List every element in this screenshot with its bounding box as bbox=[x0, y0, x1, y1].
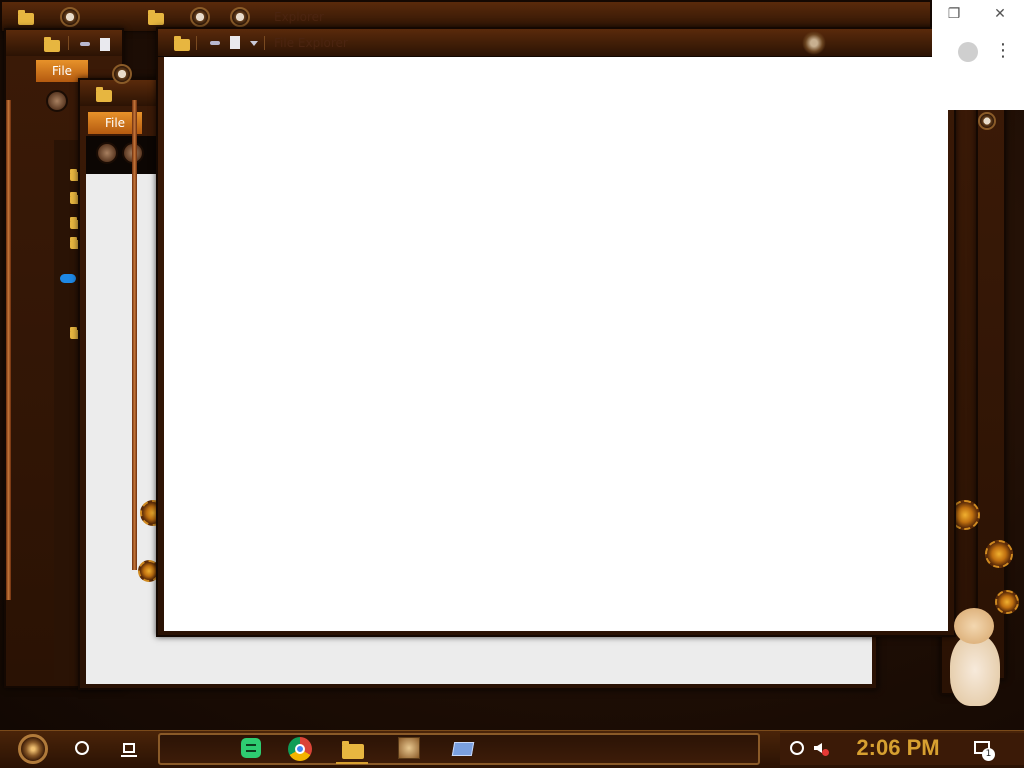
gauge-icon bbox=[112, 64, 132, 84]
window-back-top[interactable]: Explorer bbox=[0, 0, 932, 32]
folder-icon bbox=[44, 37, 60, 52]
globe-icon bbox=[978, 112, 996, 130]
folder-icon bbox=[148, 10, 164, 25]
task-view-icon-bar bbox=[121, 755, 137, 757]
chrome-icon-center bbox=[295, 744, 305, 754]
task-view-button[interactable] bbox=[116, 736, 144, 762]
hamster-body bbox=[950, 634, 1000, 706]
copper-pipe bbox=[132, 100, 137, 570]
separator bbox=[68, 36, 69, 50]
folder-icon bbox=[18, 10, 34, 25]
hamster-desktop-pet[interactable] bbox=[944, 608, 1004, 708]
hamster-icon bbox=[398, 737, 420, 759]
toolbar bbox=[86, 136, 156, 174]
restore-button[interactable]: ❐ bbox=[934, 0, 974, 28]
taskbar-clock[interactable]: 2:06 PM bbox=[848, 735, 948, 761]
profile-avatar-icon[interactable] bbox=[958, 42, 978, 62]
volume-muted-icon[interactable] bbox=[814, 743, 822, 753]
gauge-icon bbox=[60, 7, 80, 27]
network-globe-icon[interactable] bbox=[790, 741, 804, 755]
action-center-button[interactable]: 1 bbox=[970, 737, 996, 763]
start-button[interactable] bbox=[10, 732, 58, 766]
pin-icon bbox=[80, 42, 90, 46]
notes-icon-lines bbox=[246, 744, 256, 752]
pin-icon bbox=[210, 41, 220, 45]
more-menu-button[interactable]: ⋮ bbox=[994, 40, 1012, 64]
window-title: File Explorer bbox=[274, 36, 348, 50]
onedrive-icon bbox=[60, 274, 76, 283]
cogwheel-control-icon[interactable] bbox=[802, 31, 826, 55]
mute-x-icon bbox=[822, 749, 829, 756]
back-button[interactable] bbox=[46, 90, 68, 112]
titlebar[interactable] bbox=[6, 30, 122, 56]
chevron-down-icon[interactable] bbox=[250, 41, 258, 46]
steampunk-start-orb-icon bbox=[18, 734, 48, 764]
browser-window-fragment[interactable]: ❐ ✕ ⋮ bbox=[932, 0, 1024, 110]
cortana-circle-icon bbox=[75, 741, 89, 755]
task-view-icon bbox=[123, 743, 135, 753]
separator bbox=[264, 36, 265, 50]
file-explorer-window[interactable]: File Explorer bbox=[156, 27, 956, 637]
titlebar[interactable]: File Explorer bbox=[158, 29, 954, 57]
content-area[interactable] bbox=[164, 57, 948, 631]
hamster-head bbox=[954, 608, 994, 644]
notification-count-badge: 1 bbox=[982, 748, 995, 761]
notes-app-button[interactable] bbox=[235, 734, 267, 764]
gauge-icon bbox=[190, 7, 210, 27]
search-button[interactable] bbox=[70, 736, 96, 762]
separator bbox=[196, 36, 197, 50]
file-explorer-button[interactable] bbox=[336, 734, 368, 764]
folder-icon bbox=[174, 36, 190, 51]
gauge-icon bbox=[230, 7, 250, 27]
folder-icon bbox=[96, 87, 112, 102]
chrome-button[interactable] bbox=[284, 734, 316, 764]
gear-decoration bbox=[985, 540, 1013, 568]
document-icon bbox=[100, 38, 110, 51]
back-button[interactable] bbox=[96, 142, 118, 164]
screen-app-button[interactable] bbox=[447, 734, 479, 764]
close-button[interactable]: ✕ bbox=[980, 0, 1020, 28]
screen-icon bbox=[451, 742, 475, 756]
document-icon[interactable] bbox=[230, 36, 240, 49]
copper-pipe bbox=[6, 100, 11, 600]
hamster-app-button[interactable] bbox=[393, 734, 425, 764]
folder-icon bbox=[342, 741, 364, 759]
